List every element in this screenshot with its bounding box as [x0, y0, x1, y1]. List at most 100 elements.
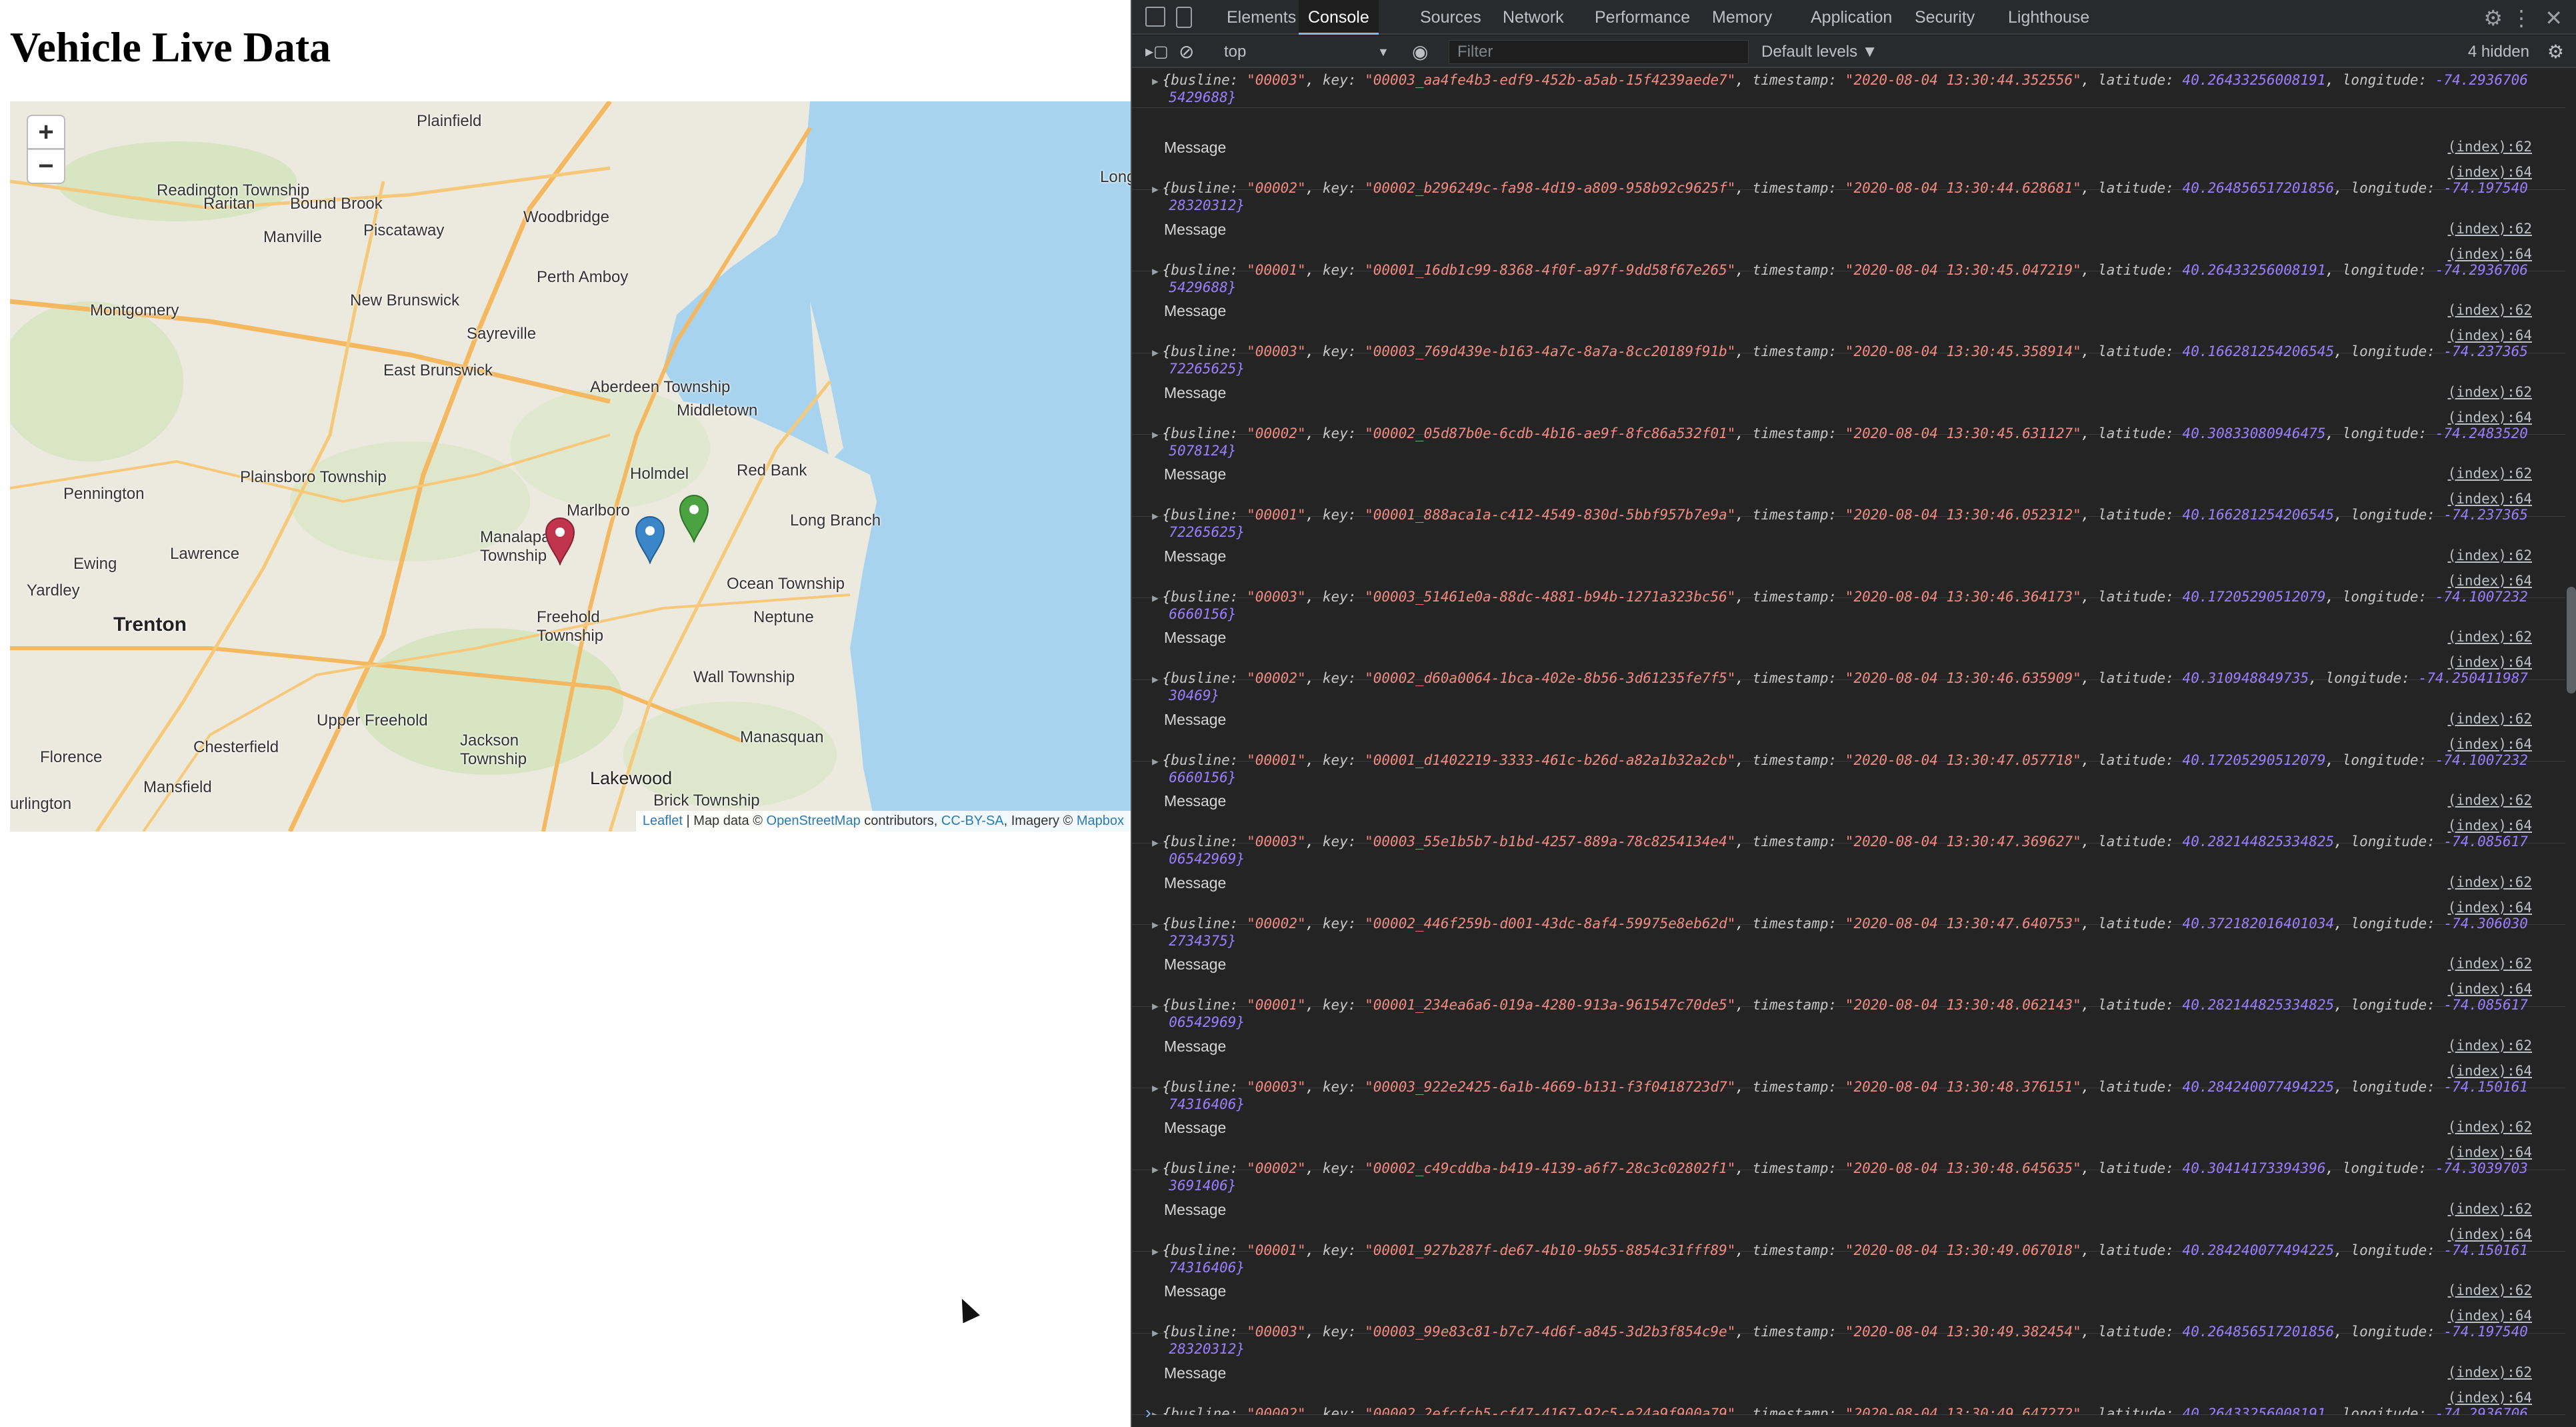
log-object[interactable]: ▶ {busline: "00003", key: "00003_aa4fe4b3…	[1152, 72, 2545, 105]
source-link[interactable]: (index):64	[2448, 1226, 2532, 1242]
source-link[interactable]: (index):62	[2448, 465, 2532, 481]
source-link[interactable]: (index):64	[2448, 491, 2532, 507]
blue-map-marker-icon[interactable]	[635, 516, 665, 564]
context-select[interactable]: top	[1224, 36, 1246, 68]
zoom-out-button[interactable]: −	[27, 149, 65, 184]
console-row[interactable]: Message (index):62 (index):64 ▶ {busline: "0…	[1132, 353, 2565, 459]
green-map-marker-icon[interactable]	[679, 495, 709, 543]
tab-application[interactable]: Application	[1801, 0, 1901, 35]
source-link[interactable]: (index):62	[2448, 1038, 2532, 1054]
zoom-in-button[interactable]: +	[27, 115, 65, 149]
source-link[interactable]: (index):62	[2448, 1119, 2532, 1135]
source-link[interactable]: (index):62	[2448, 1201, 2532, 1217]
map-place-label: Neptune	[753, 608, 814, 626]
log-object[interactable]: ▶ {busline: "00002", key: "00002_2efcfcb5…	[1152, 1406, 2545, 1416]
clear-console-icon[interactable]: ⊘	[1179, 36, 1194, 68]
console-row[interactable]: Message (index):62 (index):64 ▶ {busline: "0…	[1132, 925, 2565, 1030]
source-link[interactable]: (index):64	[2448, 1063, 2532, 1079]
tab-lighthouse[interactable]: Lighthouse	[1999, 0, 2099, 35]
map-place-label: Long Branch	[790, 511, 881, 529]
console-row[interactable]: ▶ {busline: "00003", key: "00003_aa4fe4b3…	[1132, 68, 2565, 108]
source-link[interactable]: (index):62	[2448, 1282, 2532, 1298]
source-link[interactable]: (index):64	[2448, 736, 2532, 752]
osm-link[interactable]: OpenStreetMap	[767, 814, 861, 828]
console-filter-input[interactable]: Filter	[1449, 40, 1749, 64]
console-row[interactable]: Message (index):62 (index):64 ▶ {busline: "0…	[1132, 680, 2565, 786]
expand-triangle-icon[interactable]: ▶	[1152, 75, 1159, 87]
tab-sources[interactable]: Sources	[1411, 0, 1491, 35]
source-link[interactable]: (index):64	[2448, 164, 2532, 180]
console-row[interactable]: Message (index):62 (index):64 ▶ {busline: "0…	[1132, 517, 2565, 622]
source-link[interactable]: (index):62	[2448, 629, 2532, 645]
license-link[interactable]: CC-BY-SA	[941, 814, 1004, 828]
map-place-label: Sayreville	[467, 325, 537, 343]
console-row[interactable]: Message (index):62 (index):64 ▶ {busline: "0…	[1132, 598, 2565, 703]
source-link[interactable]: (index):62	[2448, 384, 2532, 400]
device-toolbar-icon[interactable]	[1176, 7, 1192, 28]
map-place-label: Montgomery	[90, 301, 179, 319]
console-row[interactable]: Message (index):62 (index):64 ▶ {busline: "0…	[1132, 190, 2565, 295]
inspect-element-icon[interactable]	[1145, 7, 1165, 27]
tab-security[interactable]: Security	[1905, 0, 1984, 35]
map-attribution: Leaflet | Map data © OpenStreetMap contr…	[635, 811, 1131, 832]
settings-gear-icon[interactable]: ⚙	[2483, 5, 2503, 31]
console-row[interactable]: Message (index):62 (index):64 ▶ {busline: "0…	[1132, 1007, 2565, 1112]
tab-elements[interactable]: Elements	[1217, 0, 1305, 35]
source-link[interactable]: (index):62	[2448, 139, 2532, 155]
source-link[interactable]: (index):62	[2448, 956, 2532, 972]
console-prompt[interactable]: ›	[1145, 1402, 1151, 1423]
more-options-icon[interactable]: ⋮	[2511, 5, 2532, 31]
console-row[interactable]: Message (index):62 (index):64 ▶ {busline: "0…	[1132, 1252, 2565, 1357]
console-row[interactable]: Message (index):62 (index):64 ▶ {busline: "0…	[1132, 435, 2565, 540]
console-row[interactable]: Message (index):62 (index):64 ▶ {busline: "0…	[1132, 762, 2565, 867]
log-levels-dropdown[interactable]: Default levels ▼	[1761, 36, 1878, 68]
console-row[interactable]: Message (index):62 (index):64 ▶ {busline: "0…	[1132, 1088, 2565, 1194]
source-link[interactable]: (index):64	[2448, 246, 2532, 262]
source-link[interactable]: (index):64	[2448, 327, 2532, 343]
source-link[interactable]: (index):64	[2448, 1308, 2532, 1324]
expand-triangle-icon[interactable]: ▶	[1152, 1408, 1159, 1416]
map-place-label: Manasquan	[740, 728, 824, 746]
source-link[interactable]: (index):64	[2448, 654, 2532, 670]
source-link[interactable]: (index):64	[2448, 1144, 2532, 1160]
source-link[interactable]: (index):62	[2448, 302, 2532, 318]
map-place-label: Brick Township	[653, 792, 760, 810]
console-row[interactable]: Message (index):62 (index):64 ▶ {busline: "0…	[1132, 271, 2565, 377]
context-dropdown-icon[interactable]: ▼	[1377, 36, 1389, 68]
tab-network[interactable]: Network	[1493, 0, 1573, 35]
mapbox-link[interactable]: Mapbox	[1077, 814, 1124, 828]
red-map-marker-icon[interactable]	[545, 517, 575, 565]
source-link[interactable]: (index):64	[2448, 900, 2532, 916]
console-scrollbar[interactable]	[2567, 587, 2576, 693]
live-expression-eye-icon[interactable]: ◉	[1412, 36, 1428, 68]
console-settings-gear-icon[interactable]: ⚙	[2547, 36, 2564, 68]
tab-memory[interactable]: Memory	[1703, 0, 1781, 35]
sidebar-toggle-icon[interactable]: ▸▢	[1145, 36, 1169, 68]
console-row[interactable]: Message (index):62 (index):64 ▶ {busline: "0…	[1132, 108, 2565, 213]
console-row[interactable]: Message (index):62 (index):64 ▶ {busline: "0…	[1132, 1170, 2565, 1276]
console-row[interactable]: Message (index):62 (index):64 ▶ {busline: "0…	[1132, 1334, 2565, 1416]
source-link[interactable]: (index):64	[2448, 573, 2532, 589]
source-link[interactable]: (index):62	[2448, 711, 2532, 727]
leaflet-link[interactable]: Leaflet	[643, 814, 683, 828]
console-row[interactable]: Message (index):62 (index):64 ▶ {busline: "0…	[1132, 844, 2565, 949]
tab-console[interactable]: Console	[1299, 0, 1379, 35]
map-place-label: Long	[1100, 168, 1131, 186]
source-link[interactable]: (index):62	[2448, 792, 2532, 808]
source-link[interactable]: (index):64	[2448, 1390, 2532, 1406]
source-link[interactable]: (index):64	[2448, 409, 2532, 425]
map-place-label: Piscataway	[363, 221, 445, 239]
source-link[interactable]: (index):62	[2448, 547, 2532, 563]
close-devtools-icon[interactable]: ✕	[2545, 5, 2563, 31]
source-link[interactable]: (index):62	[2448, 874, 2532, 890]
map-place-label: Yardley	[27, 581, 80, 599]
hidden-count: 4 hidden	[2467, 43, 2529, 61]
map-view[interactable]: + − Plainfield Readington Township Rarit…	[10, 101, 1131, 832]
source-link[interactable]: (index):62	[2448, 221, 2532, 237]
message-label: Message	[1164, 792, 1227, 810]
console-log[interactable]: ▶ {busline: "00003", key: "00003_aa4fe4b3…	[1132, 68, 2565, 1415]
source-link[interactable]: (index):64	[2448, 981, 2532, 997]
source-link[interactable]: (index):62	[2448, 1364, 2532, 1380]
tab-performance[interactable]: Performance	[1585, 0, 1699, 35]
source-link[interactable]: (index):64	[2448, 818, 2532, 834]
